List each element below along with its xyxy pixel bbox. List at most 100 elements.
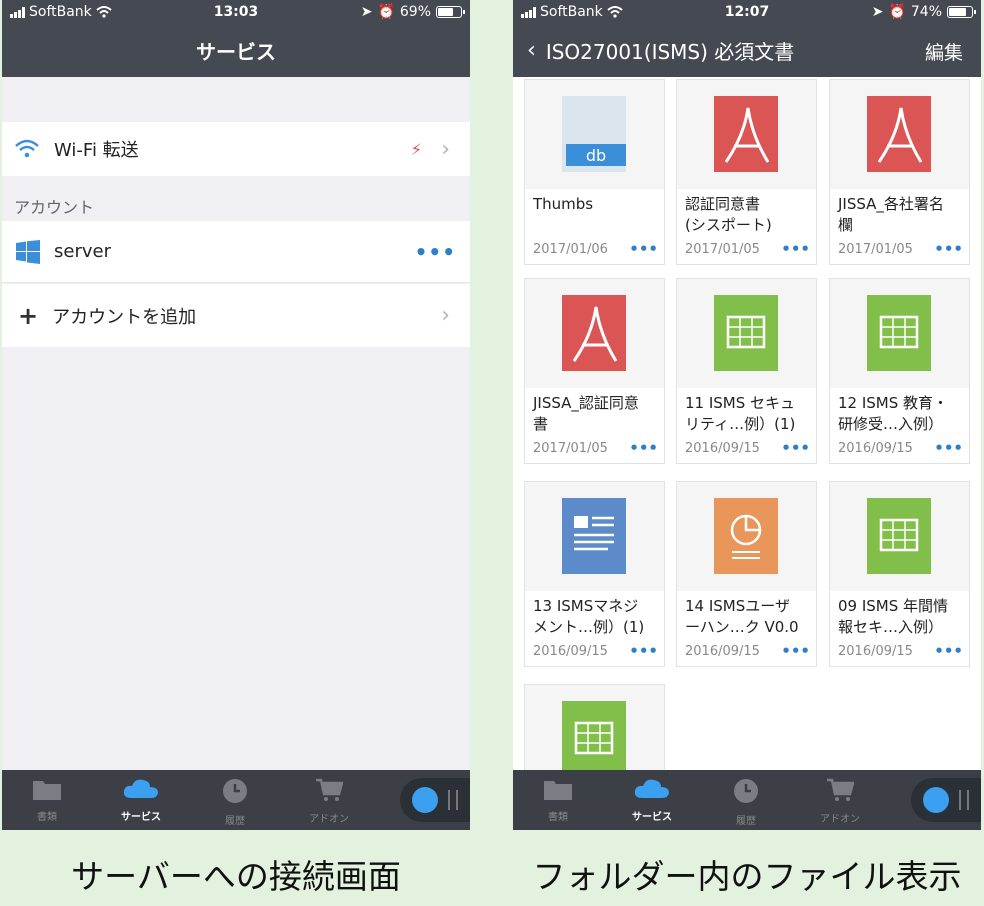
file-tile[interactable] <box>524 684 665 770</box>
tab-documents[interactable]: 書類 <box>523 778 593 823</box>
browser-toggle[interactable] <box>911 778 981 822</box>
chevron-right-icon: › <box>441 303 450 328</box>
file-tile[interactable]: 14 ISMSユーザ ーハン…ク V0.0 2016/09/15 ••• <box>676 481 817 667</box>
file-date: 2017/01/05 <box>533 441 608 456</box>
navigation-bar: SoftBank 12:07 ➤ ⏰ 74% ‹ ISO27001(ISMS) … <box>513 0 981 77</box>
more-options-icon[interactable]: ••• <box>629 439 658 457</box>
tab-label: 書類 <box>37 812 57 823</box>
add-account-label: アカウントを追加 <box>52 306 197 328</box>
left-phone-screen: SoftBank 13:03 ➤ ⏰ 69% サービス Wi-Fi 転送 ⚡ ›… <box>2 0 470 830</box>
caption-right: フォルダー内のファイル表示 <box>532 857 962 896</box>
account-row-server[interactable]: server ••• <box>2 221 470 283</box>
pdf-file-icon <box>867 96 931 172</box>
file-tile[interactable]: 11 ISMS セキュ リティ…例）(1) 2016/09/15 ••• <box>676 278 817 464</box>
browser-toggle[interactable] <box>400 778 470 822</box>
spreadsheet-file-icon <box>867 295 931 371</box>
section-header-account: アカウント <box>14 198 95 217</box>
wifi-transfer-row[interactable]: Wi-Fi 転送 ⚡ › <box>2 122 470 176</box>
battery-percent: 69% <box>399 4 431 20</box>
page-title: サービス <box>196 40 276 64</box>
database-file-icon: db <box>562 96 626 172</box>
chevron-right-icon: › <box>441 136 450 162</box>
file-thumbnail: db <box>525 80 664 189</box>
clock-icon <box>734 779 758 803</box>
document-file-icon <box>562 498 626 574</box>
file-tile[interactable]: JISSA_認証同意 書 2017/01/05 ••• <box>524 278 665 464</box>
battery-icon <box>947 6 976 18</box>
add-account-row[interactable]: + アカウントを追加 › <box>2 284 470 347</box>
file-thumbnail <box>525 279 664 388</box>
battery-percent: 74% <box>910 4 942 20</box>
disconnected-link-icon: ⚡ <box>410 139 422 159</box>
edit-button[interactable]: 編集 <box>925 38 963 65</box>
file-name: JISSA_各社署名 欄 <box>838 195 944 234</box>
more-options-icon[interactable]: ••• <box>934 439 963 457</box>
file-name: 13 ISMSマネジ メント…例）(1) <box>533 597 645 636</box>
spreadsheet-file-icon <box>867 498 931 574</box>
file-name: 09 ISMS 年間情 報セキ…入例） <box>838 597 949 636</box>
tab-services[interactable]: サービス <box>617 778 687 823</box>
tab-documents[interactable]: 書類 <box>12 778 82 823</box>
file-tile[interactable]: JISSA_各社署名 欄 2017/01/05 ••• <box>829 79 970 265</box>
file-name: 11 ISMS セキュ リティ…例）(1) <box>685 394 796 433</box>
file-thumbnail <box>525 685 664 770</box>
status-right: ➤ ⏰ 74% <box>872 4 976 20</box>
more-options-icon[interactable]: ••• <box>781 439 810 457</box>
more-options-icon[interactable]: ••• <box>629 642 658 660</box>
pdf-file-icon <box>714 96 778 172</box>
more-options-icon[interactable]: ••• <box>781 642 810 660</box>
status-bar: SoftBank 13:03 ➤ ⏰ 69% <box>2 0 470 26</box>
file-date: 2016/09/15 <box>685 441 760 456</box>
file-tile[interactable]: 12 ISMS 教育・ 研修受…入例） 2016/09/15 ••• <box>829 278 970 464</box>
status-bar: SoftBank 12:07 ➤ ⏰ 74% <box>513 0 981 26</box>
caption-left: サーバーへの接続画面 <box>71 857 401 896</box>
tab-addons[interactable]: アドオン <box>805 778 875 825</box>
cart-icon <box>316 778 344 801</box>
folder-icon <box>544 781 572 800</box>
file-tile[interactable]: db Thumbs 2017/01/06 ••• <box>524 79 665 265</box>
back-button[interactable]: ‹ ISO27001(ISMS) 必須文書 <box>527 36 794 65</box>
file-tile[interactable]: 09 ISMS 年間情 報セキ…入例） 2016/09/15 ••• <box>829 481 970 667</box>
file-thumbnail <box>677 482 816 591</box>
tab-bar: 書類 サービス 履歴 アドオン <box>513 770 981 830</box>
file-thumbnail <box>677 279 816 388</box>
folder-title: ISO27001(ISMS) 必須文書 <box>545 40 795 64</box>
file-name: 14 ISMSユーザ ーハン…ク V0.0 <box>685 597 799 636</box>
more-options-icon[interactable]: ••• <box>934 642 963 660</box>
status-right: ➤ ⏰ 69% <box>360 4 465 20</box>
alarm-icon: ⏰ <box>377 4 395 20</box>
file-name: Thumbs <box>533 195 594 213</box>
more-options-icon[interactable]: ••• <box>934 240 963 258</box>
folder-icon <box>33 781 61 800</box>
spreadsheet-file-icon <box>562 701 626 770</box>
compass-icon <box>412 787 438 813</box>
tab-bar: 書類 サービス 履歴 アドオン <box>2 770 470 830</box>
more-options-icon[interactable]: ••• <box>415 240 456 264</box>
wifi-transfer-label: Wi-Fi 転送 <box>54 140 139 161</box>
tab-label: サービス <box>632 812 672 823</box>
tab-label: 書類 <box>548 812 568 823</box>
tab-history[interactable]: 履歴 <box>711 778 781 827</box>
navigation-bar: SoftBank 13:03 ➤ ⏰ 69% サービス <box>2 0 470 77</box>
file-date: 2017/01/05 <box>838 242 913 257</box>
clock-icon <box>223 779 247 803</box>
file-thumbnail <box>830 80 969 189</box>
more-options-icon[interactable]: ••• <box>629 240 658 258</box>
file-tile[interactable]: 13 ISMSマネジ メント…例）(1) 2016/09/15 ••• <box>524 481 665 667</box>
drag-handle[interactable] <box>448 790 458 810</box>
tab-services[interactable]: サービス <box>106 778 176 823</box>
tab-history[interactable]: 履歴 <box>200 778 270 827</box>
drag-handle[interactable] <box>959 790 969 810</box>
plus-icon: + <box>18 301 39 330</box>
svg-text:db: db <box>586 146 606 165</box>
file-date: 2016/09/15 <box>533 644 608 659</box>
location-icon: ➤ <box>360 4 373 20</box>
more-options-icon[interactable]: ••• <box>781 240 810 258</box>
file-tile[interactable]: 認証同意書 (シスポート) 2017/01/05 ••• <box>676 79 817 265</box>
cloud-icon <box>123 779 158 798</box>
cloud-icon <box>634 779 669 798</box>
cart-icon <box>827 778 855 801</box>
file-thumbnail <box>830 279 969 388</box>
file-date: 2016/09/15 <box>838 644 913 659</box>
tab-addons[interactable]: アドオン <box>294 778 364 825</box>
